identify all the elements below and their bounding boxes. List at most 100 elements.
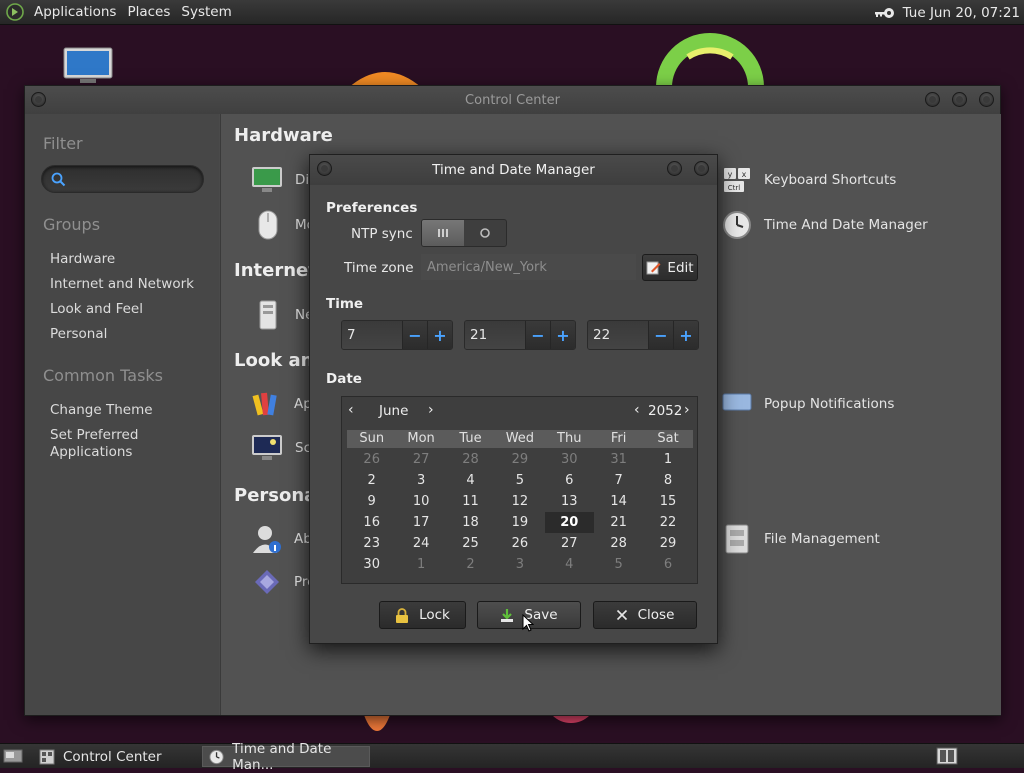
time-zone-field[interactable] <box>421 254 636 280</box>
task-set-preferred-applications[interactable]: Set Preferred Applications <box>50 427 170 461</box>
show-desktop-icon[interactable] <box>3 748 23 764</box>
calendar-day[interactable]: 30 <box>545 449 594 470</box>
previous-month-button[interactable]: ‹ <box>348 402 354 418</box>
clock[interactable]: Tue Jun 20, 07:21 <box>903 5 1020 21</box>
calendar-day[interactable]: 15 <box>643 491 692 512</box>
calendar-day[interactable]: 2 <box>347 470 396 491</box>
previous-year-button[interactable]: ‹ <box>634 402 640 418</box>
calendar-day[interactable]: 23 <box>347 533 396 554</box>
calendar-day[interactable]: 4 <box>446 470 495 491</box>
calendar-day[interactable]: 18 <box>446 512 495 533</box>
group-internet-and-network[interactable]: Internet and Network <box>50 276 194 293</box>
item-screensaver[interactable]: Scr <box>251 434 317 462</box>
calendar-day[interactable]: 27 <box>545 533 594 554</box>
taskbar-control-center[interactable]: Control Center <box>33 746 198 767</box>
places-menu[interactable]: Places <box>125 4 179 20</box>
control-center-titlebar[interactable]: Control Center <box>25 86 1000 114</box>
calendar-day[interactable]: 6 <box>545 470 594 491</box>
calendar-day[interactable]: 10 <box>396 491 445 512</box>
dialog-menu-button[interactable] <box>317 161 332 176</box>
second-increment-button[interactable]: + <box>673 321 698 349</box>
hour-decrement-button[interactable]: − <box>402 321 427 349</box>
item-preferred-applications[interactable]: Pre <box>254 569 315 595</box>
item-popup-notifications[interactable]: Popup Notifications <box>721 391 894 417</box>
calendar-day[interactable]: 1 <box>643 449 692 470</box>
calendar-day[interactable]: 31 <box>594 449 643 470</box>
key-icon[interactable] <box>873 6 895 20</box>
calendar-day[interactable]: 17 <box>396 512 445 533</box>
applications-menu[interactable]: Applications <box>32 4 125 20</box>
second-decrement-button[interactable]: − <box>648 321 673 349</box>
calendar-day[interactable]: 24 <box>396 533 445 554</box>
calendar-day[interactable]: 3 <box>396 470 445 491</box>
close-window-button[interactable] <box>979 92 994 107</box>
item-appearance[interactable]: Ap <box>252 389 312 419</box>
calendar-day[interactable]: 14 <box>594 491 643 512</box>
calendar-day[interactable]: 27 <box>396 449 445 470</box>
lock-button[interactable]: Lock <box>379 601 466 629</box>
group-hardware[interactable]: Hardware <box>50 251 115 268</box>
dialog-minimize-button[interactable] <box>667 161 682 176</box>
task-change-theme[interactable]: Change Theme <box>50 402 153 419</box>
group-personal[interactable]: Personal <box>50 326 107 343</box>
calendar-day[interactable]: 30 <box>347 554 396 575</box>
item-mouse[interactable]: Mo <box>257 210 315 240</box>
calendar-day[interactable]: 3 <box>495 554 544 575</box>
calendar-day[interactable]: 2 <box>446 554 495 575</box>
taskbar-time-and-date-manager[interactable]: Time and Date Man... <box>202 741 370 773</box>
search-field[interactable] <box>41 165 204 193</box>
svg-text:y: y <box>728 170 733 179</box>
calendar-day[interactable]: 12 <box>495 491 544 512</box>
next-year-button[interactable]: › <box>684 402 690 418</box>
window-menu-button[interactable] <box>31 92 46 107</box>
group-look-and-feel[interactable]: Look and Feel <box>50 301 143 318</box>
item-keyboard-shortcuts[interactable]: y x Ctrl Keyboard Shortcuts <box>721 166 896 194</box>
minimize-button[interactable] <box>925 92 940 107</box>
calendar-day[interactable]: 20 <box>544 512 594 533</box>
calendar-day[interactable]: 26 <box>347 449 396 470</box>
item-network[interactable]: Ne <box>257 300 313 330</box>
calendar-day[interactable]: 5 <box>594 554 643 575</box>
calendar-day[interactable]: 16 <box>347 512 396 533</box>
calendar-day[interactable]: 6 <box>643 554 692 575</box>
minute-input[interactable] <box>465 321 525 349</box>
calendar-day[interactable]: 1 <box>396 554 445 575</box>
calendar-day[interactable]: 22 <box>643 512 692 533</box>
calendar-day[interactable]: 29 <box>643 533 692 554</box>
calendar-day[interactable]: 29 <box>495 449 544 470</box>
mate-logo-icon[interactable] <box>6 3 24 21</box>
calendar-day[interactable]: 21 <box>594 512 643 533</box>
system-menu[interactable]: System <box>179 4 240 20</box>
calendar-day[interactable]: 11 <box>446 491 495 512</box>
item-time-and-date-manager-label: Time And Date Manager <box>764 217 928 233</box>
workspace-switcher-icon[interactable] <box>936 747 958 765</box>
minute-decrement-button[interactable]: − <box>525 321 550 349</box>
dialog-titlebar[interactable]: Time and Date Manager <box>310 155 717 185</box>
calendar-day[interactable]: 13 <box>545 491 594 512</box>
calendar-day[interactable]: 4 <box>545 554 594 575</box>
calendar-day[interactable]: 7 <box>594 470 643 491</box>
calendar-day[interactable]: 28 <box>446 449 495 470</box>
preferences-label: Preferences <box>326 200 418 216</box>
item-time-and-date-manager[interactable]: Time And Date Manager <box>722 210 928 240</box>
computer-desktop-icon[interactable] <box>62 46 114 86</box>
calendar-day[interactable]: 5 <box>495 470 544 491</box>
item-display[interactable]: Dis <box>251 166 316 194</box>
calendar-day[interactable]: 9 <box>347 491 396 512</box>
ntp-sync-toggle[interactable] <box>421 219 507 247</box>
next-month-button[interactable]: › <box>428 402 434 418</box>
hour-input[interactable] <box>342 321 402 349</box>
calendar-day[interactable]: 8 <box>643 470 692 491</box>
edit-time-zone-button[interactable]: Edit <box>642 254 698 281</box>
second-input[interactable] <box>588 321 648 349</box>
calendar-day[interactable]: 25 <box>446 533 495 554</box>
dialog-close-button[interactable] <box>694 161 709 176</box>
maximize-button[interactable] <box>952 92 967 107</box>
close-button[interactable]: Close <box>593 601 697 629</box>
hour-increment-button[interactable]: + <box>427 321 452 349</box>
calendar-day[interactable]: 28 <box>594 533 643 554</box>
calendar-day[interactable]: 19 <box>495 512 544 533</box>
calendar-day[interactable]: 26 <box>495 533 544 554</box>
item-file-management[interactable]: File Management <box>724 524 880 554</box>
minute-increment-button[interactable]: + <box>550 321 575 349</box>
